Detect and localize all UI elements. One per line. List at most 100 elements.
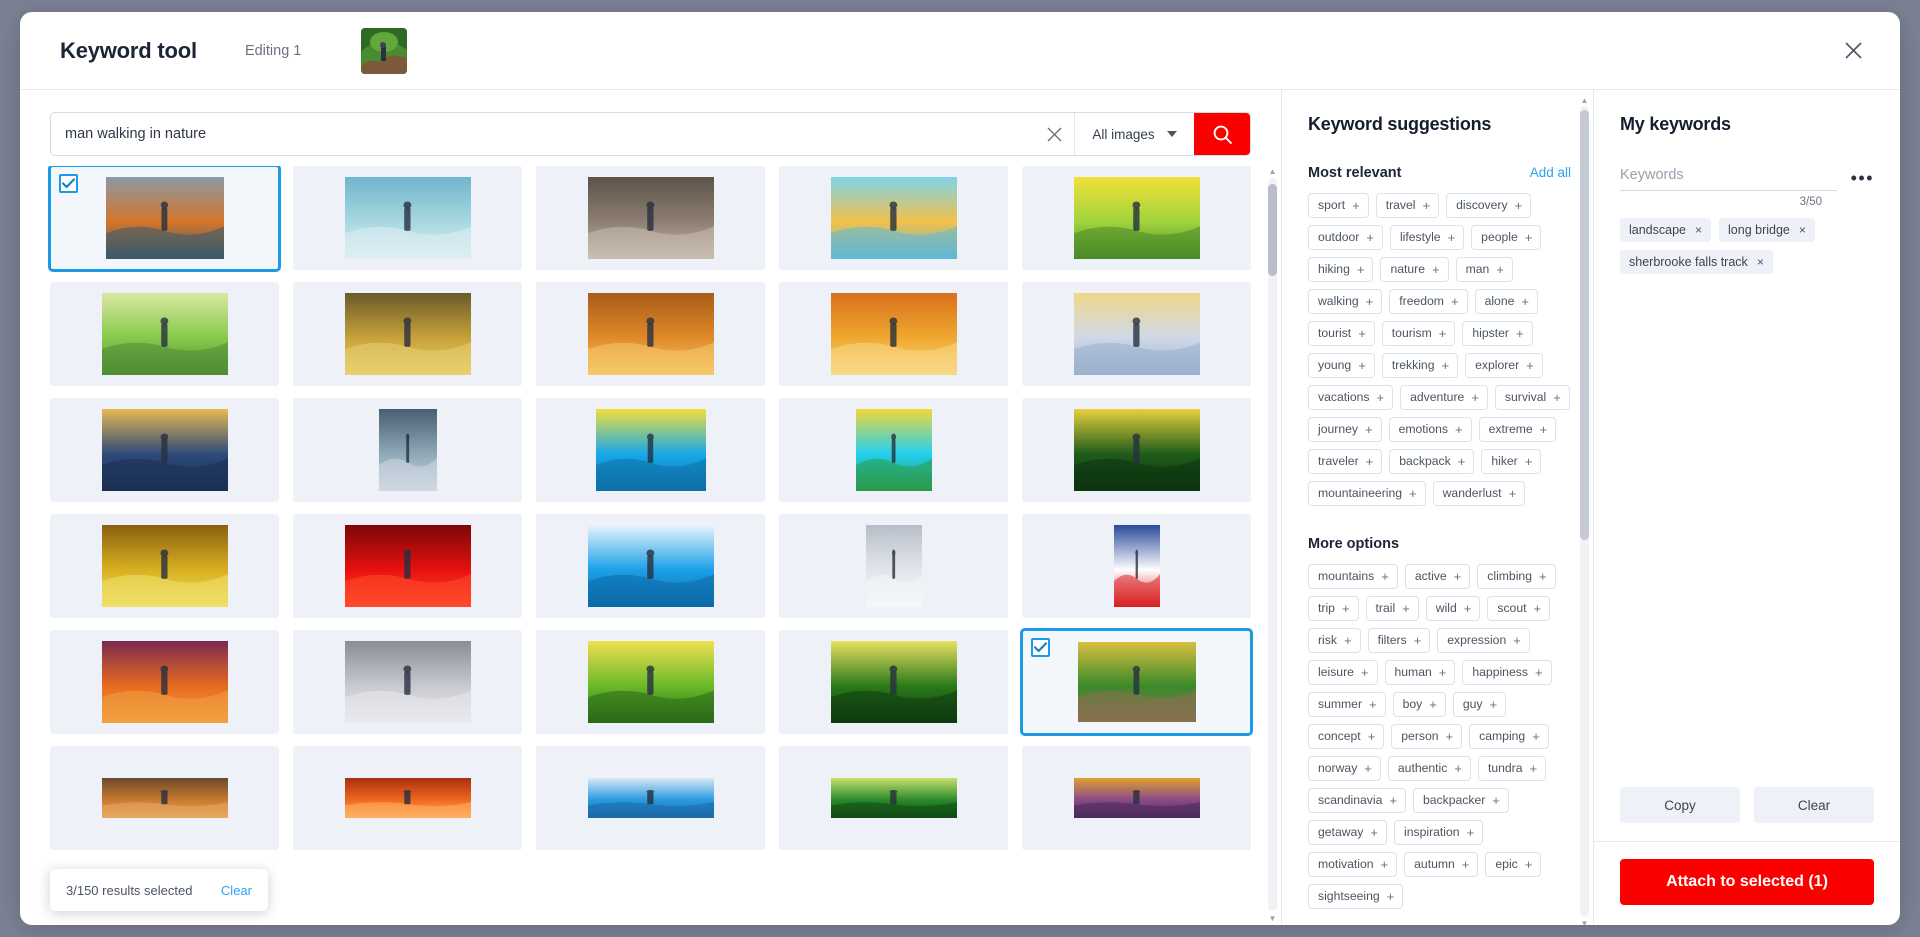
image-cell-man-foggy-road[interactable]	[536, 166, 765, 270]
add-icon[interactable]: +	[1361, 666, 1369, 679]
image-cell-lone-figure-misty-road[interactable]	[293, 398, 522, 502]
keyword-chip-scandinavia[interactable]: scandinavia +	[1308, 788, 1406, 813]
add-icon[interactable]: +	[1525, 858, 1533, 871]
add-icon[interactable]: +	[1402, 602, 1410, 615]
scroll-down-icon[interactable]: ▼	[1268, 913, 1277, 923]
add-icon[interactable]: +	[1366, 455, 1374, 468]
add-icon[interactable]: +	[1462, 858, 1470, 871]
add-icon[interactable]: +	[1509, 487, 1517, 500]
scroll-up-icon[interactable]: ▲	[1268, 166, 1277, 176]
add-icon[interactable]: +	[1442, 359, 1450, 372]
keyword-chip-hiking[interactable]: hiking +	[1308, 257, 1374, 282]
add-icon[interactable]: +	[1448, 231, 1456, 244]
image-cell-figure-in-white-mist[interactable]	[779, 514, 1008, 618]
add-icon[interactable]: +	[1387, 890, 1395, 903]
image-cell-autumn-purple-woods[interactable]	[1022, 746, 1251, 850]
add-icon[interactable]: +	[1381, 570, 1389, 583]
image-cell-figure-grey-fog-road[interactable]	[293, 630, 522, 734]
keyword-chip-sightseeing[interactable]: sightseeing +	[1308, 884, 1404, 909]
keyword-chip-mountaineering[interactable]: mountaineering +	[1308, 481, 1426, 506]
image-cell-sunset-silhouette-walk[interactable]	[50, 398, 279, 502]
image-cell-boots-on-path[interactable]	[293, 282, 522, 386]
keyword-chip-sport[interactable]: sport +	[1308, 193, 1369, 218]
keyword-chip-inspiration[interactable]: inspiration +	[1394, 820, 1484, 845]
add-icon[interactable]: +	[1389, 794, 1397, 807]
keyword-chip-journey[interactable]: journey +	[1308, 417, 1382, 442]
add-icon[interactable]: +	[1521, 295, 1529, 308]
keyword-chip-emotions[interactable]: emotions +	[1388, 417, 1472, 442]
keyword-chip-young[interactable]: young +	[1308, 353, 1375, 378]
keyword-chip-lifestyle[interactable]: lifestyle +	[1389, 225, 1465, 250]
keyword-chip-hiker[interactable]: hiker +	[1481, 449, 1542, 474]
checkbox-checked-icon[interactable]	[59, 174, 78, 193]
keyword-chip-summer[interactable]: summer +	[1308, 692, 1386, 717]
add-icon[interactable]: +	[1532, 730, 1540, 743]
image-cell-road-to-horizon-blue[interactable]	[293, 166, 522, 270]
add-icon[interactable]: +	[1368, 730, 1376, 743]
keyword-chip-alone[interactable]: alone +	[1474, 289, 1538, 314]
keyword-chip-wanderlust[interactable]: wanderlust +	[1432, 481, 1526, 506]
keyword-chip-adventure[interactable]: adventure +	[1400, 385, 1488, 410]
image-cell-man-walking-cutout[interactable]	[1022, 514, 1251, 618]
add-icon[interactable]: +	[1458, 455, 1466, 468]
image-cell-misty-blue-road[interactable]	[1022, 282, 1251, 386]
add-icon[interactable]: +	[1352, 199, 1360, 212]
image-grid-scroll[interactable]	[20, 166, 1281, 925]
add-icon[interactable]: +	[1540, 423, 1548, 436]
add-icon[interactable]: +	[1366, 295, 1374, 308]
suggestions-scrollbar-thumb[interactable]	[1580, 110, 1589, 540]
keyword-chip-explorer[interactable]: explorer +	[1465, 353, 1543, 378]
image-cell-couple-walking-grass[interactable]	[50, 282, 279, 386]
add-icon[interactable]: +	[1525, 455, 1533, 468]
keyword-chip-traveler[interactable]: traveler +	[1308, 449, 1383, 474]
add-icon[interactable]: +	[1464, 602, 1472, 615]
add-icon[interactable]: +	[1358, 327, 1366, 340]
search-input[interactable]	[51, 113, 1034, 155]
keyword-chip-freedom[interactable]: freedom +	[1389, 289, 1468, 314]
add-icon[interactable]: +	[1451, 295, 1459, 308]
image-cell-man-sunny-green-path[interactable]	[1022, 166, 1251, 270]
add-icon[interactable]: +	[1530, 762, 1538, 775]
keyword-chip-human[interactable]: human +	[1384, 660, 1456, 685]
keyword-chip-happiness[interactable]: happiness +	[1462, 660, 1552, 685]
remove-icon[interactable]: ×	[1757, 255, 1764, 269]
keyword-chip-getaway[interactable]: getaway +	[1308, 820, 1387, 845]
add-icon[interactable]: +	[1357, 263, 1365, 276]
keyword-chip-nature[interactable]: nature +	[1380, 257, 1449, 282]
add-icon[interactable]: +	[1454, 570, 1462, 583]
keyword-chip-wild[interactable]: wild +	[1425, 596, 1481, 621]
image-cell-forest-sunbeams[interactable]	[1022, 398, 1251, 502]
keyword-chip-autumn[interactable]: autumn +	[1404, 852, 1479, 877]
image-cell-red-sunset-lake[interactable]	[293, 514, 522, 618]
image-cell-hiker-sunset-cliff[interactable]	[50, 630, 279, 734]
clear-search-icon[interactable]	[1034, 113, 1074, 155]
add-icon[interactable]: +	[1467, 826, 1475, 839]
suggestions-scroll-up-icon[interactable]: ▲	[1580, 95, 1589, 105]
add-icon[interactable]: +	[1439, 327, 1447, 340]
keyword-chip-camping[interactable]: camping +	[1469, 724, 1549, 749]
add-icon[interactable]: +	[1526, 359, 1534, 372]
image-cell-city-blue-crossing[interactable]	[536, 746, 765, 850]
image-cell-man-autumn-yellow-woods[interactable]	[50, 514, 279, 618]
keyword-chip-expression[interactable]: expression +	[1437, 628, 1530, 653]
add-icon[interactable]: +	[1381, 858, 1389, 871]
keyword-chip-person[interactable]: person +	[1391, 724, 1463, 749]
image-type-filter[interactable]: All images	[1074, 113, 1194, 155]
keyword-chip-trekking[interactable]: trekking +	[1381, 353, 1459, 378]
grid-scrollbar-thumb[interactable]	[1268, 184, 1277, 276]
add-icon[interactable]: +	[1490, 698, 1498, 711]
add-all-button[interactable]: Add all	[1530, 165, 1571, 180]
add-icon[interactable]: +	[1515, 199, 1523, 212]
keyword-chip-walking[interactable]: walking +	[1308, 289, 1383, 314]
close-icon[interactable]	[1836, 34, 1870, 68]
add-icon[interactable]: +	[1429, 698, 1437, 711]
keyword-chip-trail[interactable]: trail +	[1365, 596, 1419, 621]
add-icon[interactable]: +	[1432, 263, 1440, 276]
add-icon[interactable]: +	[1553, 391, 1561, 404]
keyword-input[interactable]	[1620, 165, 1837, 191]
add-icon[interactable]: +	[1534, 602, 1542, 615]
suggestions-scroll-down-icon[interactable]: ▼	[1580, 918, 1589, 926]
image-cell-man-forest-autumn[interactable]	[536, 282, 765, 386]
keyword-chip-motivation[interactable]: motivation +	[1308, 852, 1398, 877]
keyword-chip-epic[interactable]: epic +	[1485, 852, 1542, 877]
